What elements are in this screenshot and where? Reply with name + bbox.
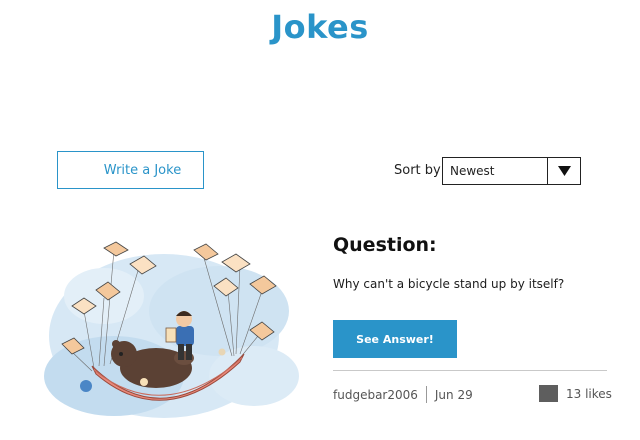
question-text: Why can't a bicycle stand up by itself? [333, 277, 565, 291]
see-answer-button[interactable]: See Answer! [333, 320, 457, 358]
author-link[interactable]: fudgebar2006 [333, 388, 418, 402]
page-title: Jokes [271, 8, 369, 46]
joke-date: Jun 29 [434, 387, 473, 402]
question-heading: Question: [333, 234, 437, 256]
divider [333, 370, 607, 371]
meta-separator [425, 386, 427, 403]
likes-count: 13 likes [566, 386, 612, 401]
like-icon[interactable] [539, 385, 558, 402]
sort-label: Sort by [394, 163, 441, 178]
write-joke-button[interactable]: Write a Joke [57, 151, 204, 189]
sort-select[interactable]: Newest [442, 157, 581, 185]
joke-meta: fudgebar2006 Jun 29 [333, 386, 473, 403]
triangle-down-icon [557, 166, 571, 176]
sort-selected-value: Newest [450, 164, 495, 178]
likes: 13 likes [539, 385, 612, 402]
joke-illustration [44, 241, 299, 418]
dropdown-arrow[interactable] [547, 158, 580, 184]
